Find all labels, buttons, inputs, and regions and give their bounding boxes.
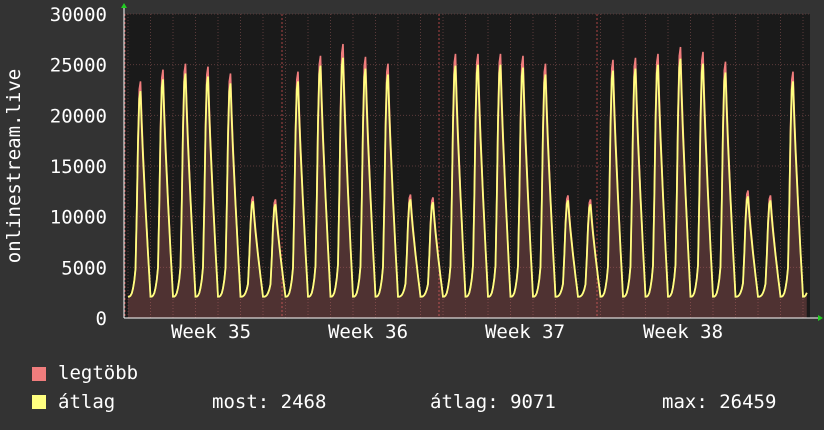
legend-label-max: legtöbb — [58, 362, 139, 384]
y-tick-label: 10000 — [50, 207, 107, 229]
x-tick-label: Week 35 — [171, 321, 251, 343]
stat-max: max: 26459 — [662, 391, 777, 413]
legend-swatch-max — [32, 367, 46, 381]
chart: 0 5000 10000 15000 20000 25000 30000 Week 35 Wee… — [3, 3, 823, 343]
legend-label-avg: átlag — [58, 391, 116, 413]
y-axis-label: onlinestream.live — [3, 69, 25, 263]
y-tick-label: 20000 — [50, 105, 107, 127]
legend-swatch-avg — [32, 395, 46, 409]
y-tick-label: 30000 — [50, 4, 107, 26]
y-tick-label: 25000 — [50, 55, 107, 77]
stat-now: most: 2468 — [212, 391, 327, 413]
y-tick-label: 15000 — [50, 156, 107, 178]
x-tick-label: Week 37 — [485, 321, 565, 343]
stat-avg: átlag: 9071 — [430, 391, 556, 413]
x-axis-arrow-icon — [818, 315, 823, 321]
y-tick-label: 0 — [96, 308, 107, 330]
x-tick-label: Week 36 — [328, 321, 408, 343]
x-tick-label: Week 38 — [643, 321, 723, 343]
y-axis-arrow-icon — [121, 3, 127, 8]
y-tick-label: 5000 — [61, 257, 107, 279]
